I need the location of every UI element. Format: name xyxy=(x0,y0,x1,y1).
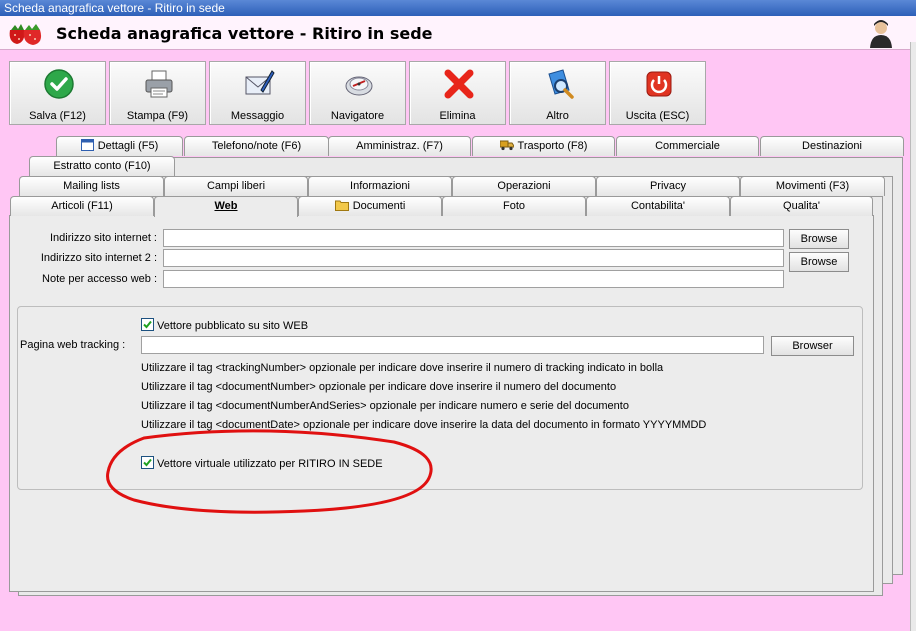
published-checkbox-label: Vettore pubblicato su sito WEB xyxy=(157,320,309,332)
tab-trasporto-label: Trasporto (F8) xyxy=(517,140,588,152)
site-url-2-label: Indirizzo sito internet 2 : xyxy=(40,252,157,264)
tab-mailing-lists-label: Mailing lists xyxy=(63,180,120,192)
tab-movimenti-label: Movimenti (F3) xyxy=(775,180,850,192)
exit-icon xyxy=(646,71,672,97)
tab-amministraz-label: Amministraz. (F7) xyxy=(356,140,443,152)
browser-button[interactable]: Browser xyxy=(771,336,854,356)
browse-button-2[interactable]: Browse xyxy=(789,252,849,272)
tab-commerciale[interactable]: Commerciale xyxy=(616,136,759,156)
tab-contabilita-label: Contabilita' xyxy=(630,200,686,212)
published-checkbox[interactable]: Vettore pubblicato su sito WEB xyxy=(141,318,308,333)
navigator-button-label: Navigatore xyxy=(330,110,385,122)
document-number-series-hint: Utilizzare il tag <documentNumberAndSeri… xyxy=(141,400,629,412)
tab-privacy[interactable]: Privacy xyxy=(596,176,740,196)
check-icon xyxy=(44,69,74,99)
navigator-button[interactable]: Navigatore xyxy=(309,61,406,125)
tab-telefono-note-label: Telefono/note (F6) xyxy=(211,140,302,152)
site-url-label: Indirizzo sito internet : xyxy=(50,232,157,244)
window-title-bar: Scheda anagrafica vettore - Ritiro in se… xyxy=(0,0,916,16)
other-button[interactable]: Altro xyxy=(509,61,606,125)
print-button-label: Stampa (F9) xyxy=(126,110,189,122)
tab-operazioni-label: Operazioni xyxy=(497,180,551,192)
tab-estratto-conto[interactable]: Estratto conto (F10) xyxy=(29,156,175,176)
other-button-label: Altro xyxy=(546,110,569,122)
site-url-2-input[interactable] xyxy=(163,249,784,267)
tab-estratto-conto-label: Estratto conto (F10) xyxy=(53,160,151,172)
site-url-input[interactable] xyxy=(163,229,784,247)
window-title: Scheda anagrafica vettore - Ritiro in se… xyxy=(4,1,225,15)
highlight-ellipse-annotation xyxy=(106,429,433,514)
tab-articoli[interactable]: Articoli (F11) xyxy=(10,196,154,216)
tab-qualita-label: Qualita' xyxy=(783,200,820,212)
user-avatar-icon[interactable] xyxy=(866,18,896,48)
tracking-page-label: Pagina web tracking : xyxy=(20,339,126,351)
strawberry-logo-icon xyxy=(9,24,42,45)
search-doc-icon xyxy=(548,69,574,99)
delete-x-icon xyxy=(444,69,474,99)
tracking-page-input[interactable] xyxy=(141,336,764,354)
tab-destinazioni[interactable]: Destinazioni xyxy=(760,136,904,156)
tab-dettagli[interactable]: Dettagli (F5) xyxy=(56,136,183,156)
document-number-hint: Utilizzare il tag <documentNumber> opzio… xyxy=(141,381,617,393)
web-access-notes-input[interactable] xyxy=(163,270,784,288)
tab-informazioni-label: Informazioni xyxy=(350,180,410,192)
save-button-label: Salva (F12) xyxy=(29,110,86,122)
tab-web[interactable]: Web xyxy=(154,196,298,217)
tracking-number-hint: Utilizzare il tag <trackingNumber> opzio… xyxy=(141,362,664,374)
folder-icon xyxy=(334,200,349,211)
tab-informazioni[interactable]: Informazioni xyxy=(308,176,452,196)
tab-trasporto[interactable]: Trasporto (F8) xyxy=(472,136,615,156)
tab-contabilita[interactable]: Contabilita' xyxy=(586,196,730,216)
calendar-icon xyxy=(80,139,94,151)
web-access-notes-label: Note per accesso web : xyxy=(42,273,157,285)
message-button[interactable]: Messaggio xyxy=(209,61,306,125)
window-right-edge xyxy=(910,42,916,631)
tab-foto[interactable]: Foto xyxy=(442,196,586,216)
exit-button[interactable]: Uscita (ESC) xyxy=(609,61,706,125)
tab-articoli-label: Articoli (F11) xyxy=(51,200,113,212)
tab-privacy-label: Privacy xyxy=(649,180,687,192)
tab-documenti-label: Documenti xyxy=(352,200,406,212)
tab-amministraz[interactable]: Amministraz. (F7) xyxy=(328,136,471,156)
browse-button-1[interactable]: Browse xyxy=(789,229,849,249)
save-button[interactable]: Salva (F12) xyxy=(9,61,106,125)
tab-foto-label: Foto xyxy=(502,200,525,212)
tab-movimenti[interactable]: Movimenti (F3) xyxy=(740,176,885,196)
tab-commerciale-label: Commerciale xyxy=(655,140,720,152)
envelope-icon xyxy=(245,70,275,95)
message-button-label: Messaggio xyxy=(230,110,285,122)
tab-telefono-note[interactable]: Telefono/note (F6) xyxy=(184,136,329,156)
exit-button-label: Uscita (ESC) xyxy=(625,110,690,122)
tab-campi-liberi[interactable]: Campi liberi xyxy=(164,176,308,196)
print-button[interactable]: Stampa (F9) xyxy=(109,61,206,125)
tab-campi-liberi-label: Campi liberi xyxy=(206,180,266,192)
tab-dettagli-label: Dettagli (F5) xyxy=(97,140,159,152)
tab-operazioni[interactable]: Operazioni xyxy=(452,176,596,196)
tab-documenti[interactable]: Documenti xyxy=(298,196,442,216)
tab-mailing-lists[interactable]: Mailing lists xyxy=(19,176,164,196)
tab-destinazioni-label: Destinazioni xyxy=(802,140,862,152)
tab-qualita[interactable]: Qualita' xyxy=(730,196,873,216)
checkbox-checked-icon xyxy=(141,318,154,331)
tab-web-label: Web xyxy=(214,200,238,212)
delete-button-label: Elimina xyxy=(439,110,476,122)
navigator-icon xyxy=(345,76,373,96)
truck-icon xyxy=(499,140,514,151)
page-title: Scheda anagrafica vettore - Ritiro in se… xyxy=(56,24,433,43)
delete-button[interactable]: Elimina xyxy=(409,61,506,125)
page-header: Scheda anagrafica vettore - Ritiro in se… xyxy=(0,16,916,50)
printer-icon xyxy=(145,70,173,98)
